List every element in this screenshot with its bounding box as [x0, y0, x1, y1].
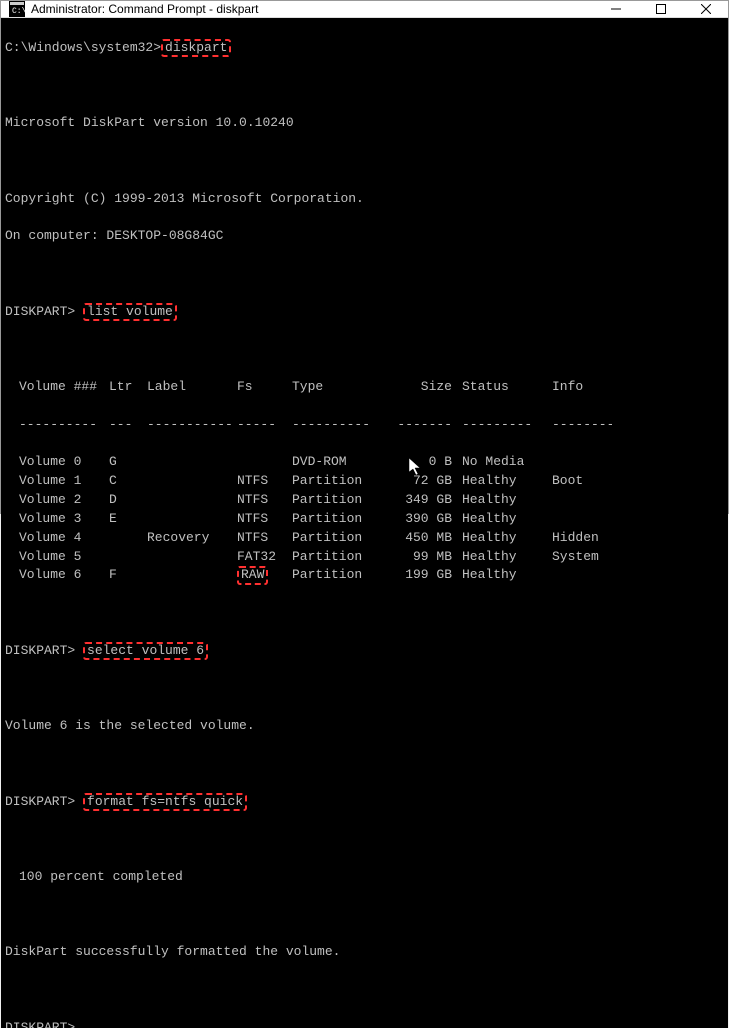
cell-fs: FAT32 — [237, 548, 292, 567]
table-separator: ---------- --- ----------- ----- -------… — [5, 416, 724, 435]
cell-fs: NTFS — [237, 472, 292, 491]
table-row: Volume 6F RAW Partition199 GBHealthy — [5, 566, 724, 585]
cell-fs: NTFS — [237, 529, 292, 548]
cell-type: Partition — [292, 491, 392, 510]
highlight-select-volume: select volume 6 — [83, 642, 208, 660]
table-row: Volume 0G DVD-ROM0 BNo Media — [5, 453, 724, 472]
titlebar[interactable]: C:\ Administrator: Command Prompt - disk… — [1, 1, 728, 18]
cell-info — [552, 453, 612, 472]
cell-vol: Volume 6 — [19, 566, 109, 585]
msg-success: DiskPart successfully formatted the volu… — [5, 943, 724, 962]
cell-ltr — [109, 548, 147, 567]
cell-status: Healthy — [462, 491, 552, 510]
cell-size: 199 GB — [392, 566, 462, 585]
col-status: Status — [462, 378, 552, 397]
banner-version: Microsoft DiskPart version 10.0.10240 — [5, 114, 724, 133]
cell-status: Healthy — [462, 566, 552, 585]
cell-fs: RAW — [237, 566, 292, 585]
cell-ltr — [109, 529, 147, 548]
msg-selected: Volume 6 is the selected volume. — [5, 717, 724, 736]
table-row: Volume 4 RecoveryNTFSPartition450 MBHealt… — [5, 529, 724, 548]
cell-status: Healthy — [462, 472, 552, 491]
cell-vol: Volume 2 — [19, 491, 109, 510]
diskpart-prompt: DISKPART> — [5, 794, 75, 809]
banner-computer: On computer: DESKTOP-08G84GC — [5, 227, 724, 246]
cell-vol: Volume 1 — [19, 472, 109, 491]
highlight-format: format fs=ntfs quick — [83, 793, 247, 811]
col-ltr: Ltr — [109, 378, 147, 397]
cell-ltr: G — [109, 453, 147, 472]
cell-vol: Volume 0 — [19, 453, 109, 472]
cell-ltr: C — [109, 472, 147, 491]
cell-label — [147, 472, 237, 491]
cell-vol: Volume 3 — [19, 510, 109, 529]
cell-label — [147, 491, 237, 510]
cell-type: Partition — [292, 566, 392, 585]
minimize-button[interactable] — [593, 1, 638, 17]
cell-fs: NTFS — [237, 510, 292, 529]
maximize-button[interactable] — [638, 1, 683, 17]
cell-info: Boot — [552, 472, 612, 491]
cell-label — [147, 548, 237, 567]
cell-label: Recovery — [147, 529, 237, 548]
diskpart-prompt: DISKPART> — [5, 304, 75, 319]
cell-ltr: D — [109, 491, 147, 510]
cell-size: 390 GB — [392, 510, 462, 529]
table-row: Volume 2D NTFSPartition349 GBHealthy — [5, 491, 724, 510]
cell-status: No Media — [462, 453, 552, 472]
cell-fs: NTFS — [237, 491, 292, 510]
table-header-row: Volume ### Ltr Label Fs Type Size Status… — [5, 378, 724, 397]
prompt-path: C:\Windows\system32> — [5, 40, 161, 55]
cell-vol: Volume 5 — [19, 548, 109, 567]
highlight-list-volume: list volume — [83, 303, 177, 321]
cell-info: System — [552, 548, 612, 567]
cell-info — [552, 566, 612, 585]
msg-percent: 100 percent completed — [5, 868, 724, 887]
cell-label — [147, 453, 237, 472]
highlight-raw-fs: RAW — [237, 566, 268, 584]
cell-fs — [237, 453, 292, 472]
cell-info — [552, 510, 612, 529]
col-size: Size — [392, 378, 462, 397]
cell-ltr: E — [109, 510, 147, 529]
table-row: Volume 3E NTFSPartition390 GBHealthy — [5, 510, 724, 529]
cell-size: 349 GB — [392, 491, 462, 510]
window-title: Administrator: Command Prompt - diskpart — [31, 2, 593, 16]
cell-type: Partition — [292, 548, 392, 567]
cell-info: Hidden — [552, 529, 612, 548]
cell-type: Partition — [292, 529, 392, 548]
cell-label — [147, 510, 237, 529]
cell-size: 72 GB — [392, 472, 462, 491]
svg-text:C:\: C:\ — [12, 7, 25, 16]
cell-type: DVD-ROM — [292, 453, 392, 472]
cmd-icon: C:\ — [9, 1, 25, 17]
col-info: Info — [552, 378, 612, 397]
cell-size: 99 MB — [392, 548, 462, 567]
cell-status: Healthy — [462, 529, 552, 548]
col-label: Label — [147, 378, 237, 397]
table-row: Volume 1C NTFSPartition72 GBHealthyBoot — [5, 472, 724, 491]
cell-label — [147, 566, 237, 585]
cell-status: Healthy — [462, 510, 552, 529]
banner-copyright: Copyright (C) 1999-2013 Microsoft Corpor… — [5, 190, 724, 209]
col-volume: Volume ### — [19, 378, 109, 397]
highlight-diskpart: diskpart — [161, 39, 231, 57]
col-fs: Fs — [237, 378, 292, 397]
diskpart-prompt: DISKPART> — [5, 643, 75, 658]
cell-info — [552, 491, 612, 510]
table-row: Volume 5 FAT32Partition99 MBHealthySystem — [5, 548, 724, 567]
command-prompt-window: C:\ Administrator: Command Prompt - disk… — [0, 0, 729, 514]
terminal-output[interactable]: C:\Windows\system32>diskpart Microsoft D… — [1, 18, 728, 1028]
cell-size: 0 B — [392, 453, 462, 472]
close-button[interactable] — [683, 1, 728, 17]
cell-size: 450 MB — [392, 529, 462, 548]
cell-ltr: F — [109, 566, 147, 585]
cell-vol: Volume 4 — [19, 529, 109, 548]
cell-type: Partition — [292, 510, 392, 529]
col-type: Type — [292, 378, 392, 397]
diskpart-prompt: DISKPART> — [5, 1020, 75, 1028]
cell-type: Partition — [292, 472, 392, 491]
cell-status: Healthy — [462, 548, 552, 567]
window-controls — [593, 1, 728, 17]
